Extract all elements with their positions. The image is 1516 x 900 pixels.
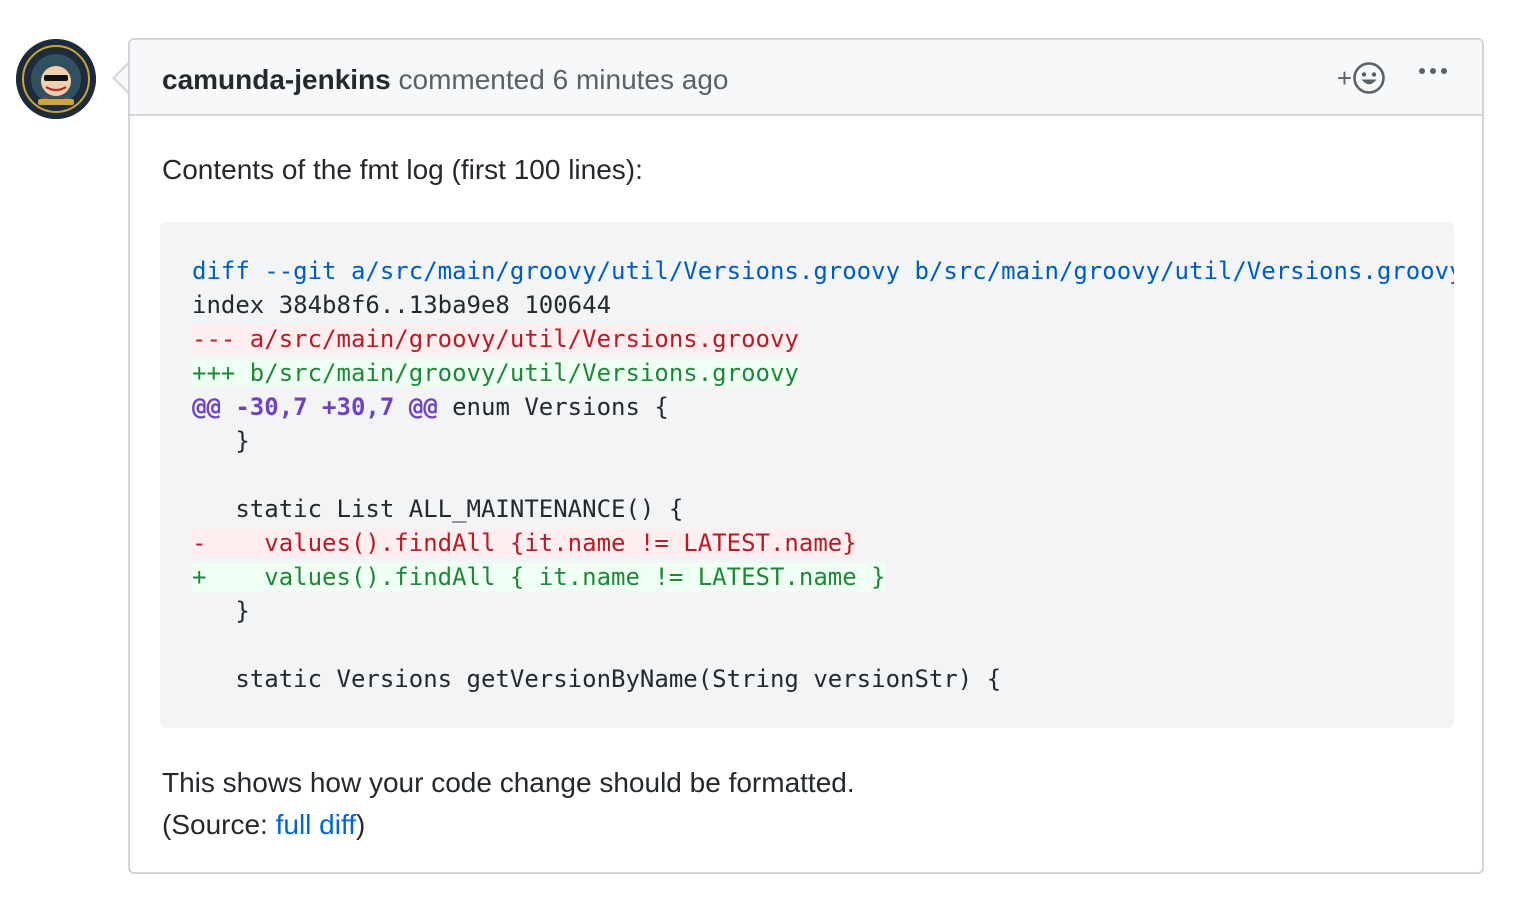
outro-text: This shows how your code change should b… bbox=[162, 762, 855, 846]
source-line: (Source: full diff) bbox=[162, 804, 855, 846]
diff-added-line: + values().findAll { it.name != LATEST.n… bbox=[192, 563, 886, 591]
add-reaction-button[interactable]: + bbox=[1337, 60, 1386, 96]
diff-index-line: index 384b8f6..13ba9e8 100644 bbox=[192, 291, 612, 319]
diff-header-line: diff --git a/src/main/groovy/util/Versio… bbox=[192, 257, 1454, 285]
comment-header: camunda-jenkins commented 6 minutes ago … bbox=[130, 40, 1482, 116]
comment-action: commented bbox=[398, 64, 545, 95]
diff-old-file-line: --- a/src/main/groovy/util/Versions.groo… bbox=[192, 325, 799, 353]
diff-context-line: } bbox=[192, 597, 250, 625]
diff-context-line: static Versions getVersionByName(String … bbox=[192, 665, 1002, 693]
diff-deleted-line: - values().findAll {it.name != LATEST.na… bbox=[192, 529, 857, 557]
plus-icon: + bbox=[1336, 63, 1352, 93]
diff-context-line: static List ALL_MAINTENANCE() { bbox=[192, 495, 684, 523]
outro-line: This shows how your code change should b… bbox=[162, 767, 855, 798]
kebab-horizontal-icon[interactable] bbox=[1418, 66, 1448, 90]
jenkins-avatar-icon bbox=[16, 39, 96, 119]
diff-code-block: diff --git a/src/main/groovy/util/Versio… bbox=[160, 222, 1454, 728]
comment-meta: camunda-jenkins commented 6 minutes ago bbox=[162, 62, 728, 98]
source-prefix: (Source: bbox=[162, 809, 276, 840]
diff-context-line bbox=[192, 628, 1454, 662]
full-diff-link[interactable]: full diff bbox=[276, 809, 356, 840]
comment-pointer-fill bbox=[115, 64, 129, 92]
diff-context-line bbox=[192, 458, 1454, 492]
diff-context-line: } bbox=[192, 427, 250, 455]
diff-hunk-context: enum Versions { bbox=[437, 393, 669, 421]
diff-hunk-header: @@ -30,7 +30,7 @@ bbox=[192, 393, 438, 421]
intro-text: Contents of the fmt log (first 100 lines… bbox=[162, 154, 643, 185]
header-actions: + bbox=[1337, 60, 1448, 96]
author-avatar[interactable] bbox=[16, 39, 96, 119]
author-link[interactable]: camunda-jenkins bbox=[162, 64, 391, 95]
diff-new-file-line: +++ b/src/main/groovy/util/Versions.groo… bbox=[192, 359, 799, 387]
comment-card: camunda-jenkins commented 6 minutes ago … bbox=[128, 38, 1484, 874]
smiley-icon bbox=[1353, 62, 1385, 94]
source-suffix: ) bbox=[356, 809, 366, 840]
comment-timestamp[interactable]: 6 minutes ago bbox=[553, 64, 729, 95]
